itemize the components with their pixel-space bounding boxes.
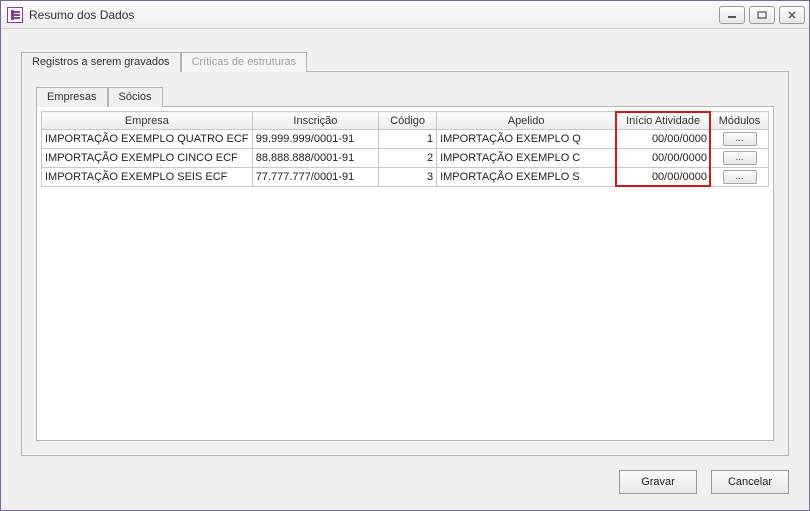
cell-inicio: 00/00/0000 <box>616 130 711 149</box>
modules-button[interactable]: ... <box>723 132 757 146</box>
table-row[interactable]: IMPORTAÇÃO EXEMPLO CINCO ECF 88.888.888/… <box>42 149 769 168</box>
table-row[interactable]: IMPORTAÇÃO EXEMPLO QUATRO ECF 99.999.999… <box>42 130 769 149</box>
cell-inicio: 00/00/0000 <box>616 168 711 187</box>
cell-modulos: ... <box>711 168 769 187</box>
col-inscricao-header[interactable]: Inscrição <box>252 112 378 130</box>
data-grid: Empresa Inscrição Código Apelido Início … <box>41 111 769 187</box>
cell-codigo: 3 <box>379 168 437 187</box>
inner-tabstrip: Empresas Sócios <box>36 84 774 106</box>
cell-modulos: ... <box>711 149 769 168</box>
inner-tabpanel: Empresa Inscrição Código Apelido Início … <box>36 106 774 441</box>
body: Registros a serem gravados Críticas de e… <box>1 29 809 510</box>
gravar-button[interactable]: Gravar <box>619 470 697 494</box>
cell-inscricao: 77.777.777/0001-91 <box>252 168 378 187</box>
header-row: Empresa Inscrição Código Apelido Início … <box>42 112 769 130</box>
cell-apelido: IMPORTAÇÃO EXEMPLO S <box>437 168 616 187</box>
cell-apelido: IMPORTAÇÃO EXEMPLO Q <box>437 130 616 149</box>
cell-codigo: 1 <box>379 130 437 149</box>
window-title: Resumo dos Dados <box>29 8 134 22</box>
outer-tabpanel: Empresas Sócios Empresa Inscrição <box>21 71 789 456</box>
tab-socios[interactable]: Sócios <box>108 87 163 107</box>
tab-critics[interactable]: Críticas de estruturas <box>181 52 308 72</box>
maximize-button[interactable] <box>749 6 775 24</box>
table-row[interactable]: IMPORTAÇÃO EXEMPLO SEIS ECF 77.777.777/0… <box>42 168 769 187</box>
col-modulos-header[interactable]: Módulos <box>711 112 769 130</box>
cell-empresa: IMPORTAÇÃO EXEMPLO CINCO ECF <box>42 149 253 168</box>
window: Resumo dos Dados Registros a serem grava… <box>0 0 810 511</box>
minimize-button[interactable] <box>719 6 745 24</box>
modules-button[interactable]: ... <box>723 170 757 184</box>
col-apelido-header[interactable]: Apelido <box>437 112 616 130</box>
cell-inicio: 00/00/0000 <box>616 149 711 168</box>
cell-apelido: IMPORTAÇÃO EXEMPLO C <box>437 149 616 168</box>
cell-empresa: IMPORTAÇÃO EXEMPLO QUATRO ECF <box>42 130 253 149</box>
cell-empresa: IMPORTAÇÃO EXEMPLO SEIS ECF <box>42 168 253 187</box>
tab-records[interactable]: Registros a serem gravados <box>21 52 181 72</box>
tab-empresas[interactable]: Empresas <box>36 87 108 107</box>
titlebar: Resumo dos Dados <box>1 1 809 29</box>
footer: Gravar Cancelar <box>21 456 789 494</box>
col-empresa-header[interactable]: Empresa <box>42 112 253 130</box>
cell-inscricao: 99.999.999/0001-91 <box>252 130 378 149</box>
cell-codigo: 2 <box>379 149 437 168</box>
app-icon <box>7 7 23 23</box>
col-inicio-header[interactable]: Início Atividade <box>616 112 711 130</box>
outer-tabstrip: Registros a serem gravados Críticas de e… <box>21 49 789 71</box>
modules-button[interactable]: ... <box>723 151 757 165</box>
cell-inscricao: 88.888.888/0001-91 <box>252 149 378 168</box>
grid-wrap: Empresa Inscrição Código Apelido Início … <box>41 111 769 187</box>
close-button[interactable] <box>779 6 805 24</box>
col-codigo-header[interactable]: Código <box>379 112 437 130</box>
cancelar-button[interactable]: Cancelar <box>711 470 789 494</box>
cell-modulos: ... <box>711 130 769 149</box>
